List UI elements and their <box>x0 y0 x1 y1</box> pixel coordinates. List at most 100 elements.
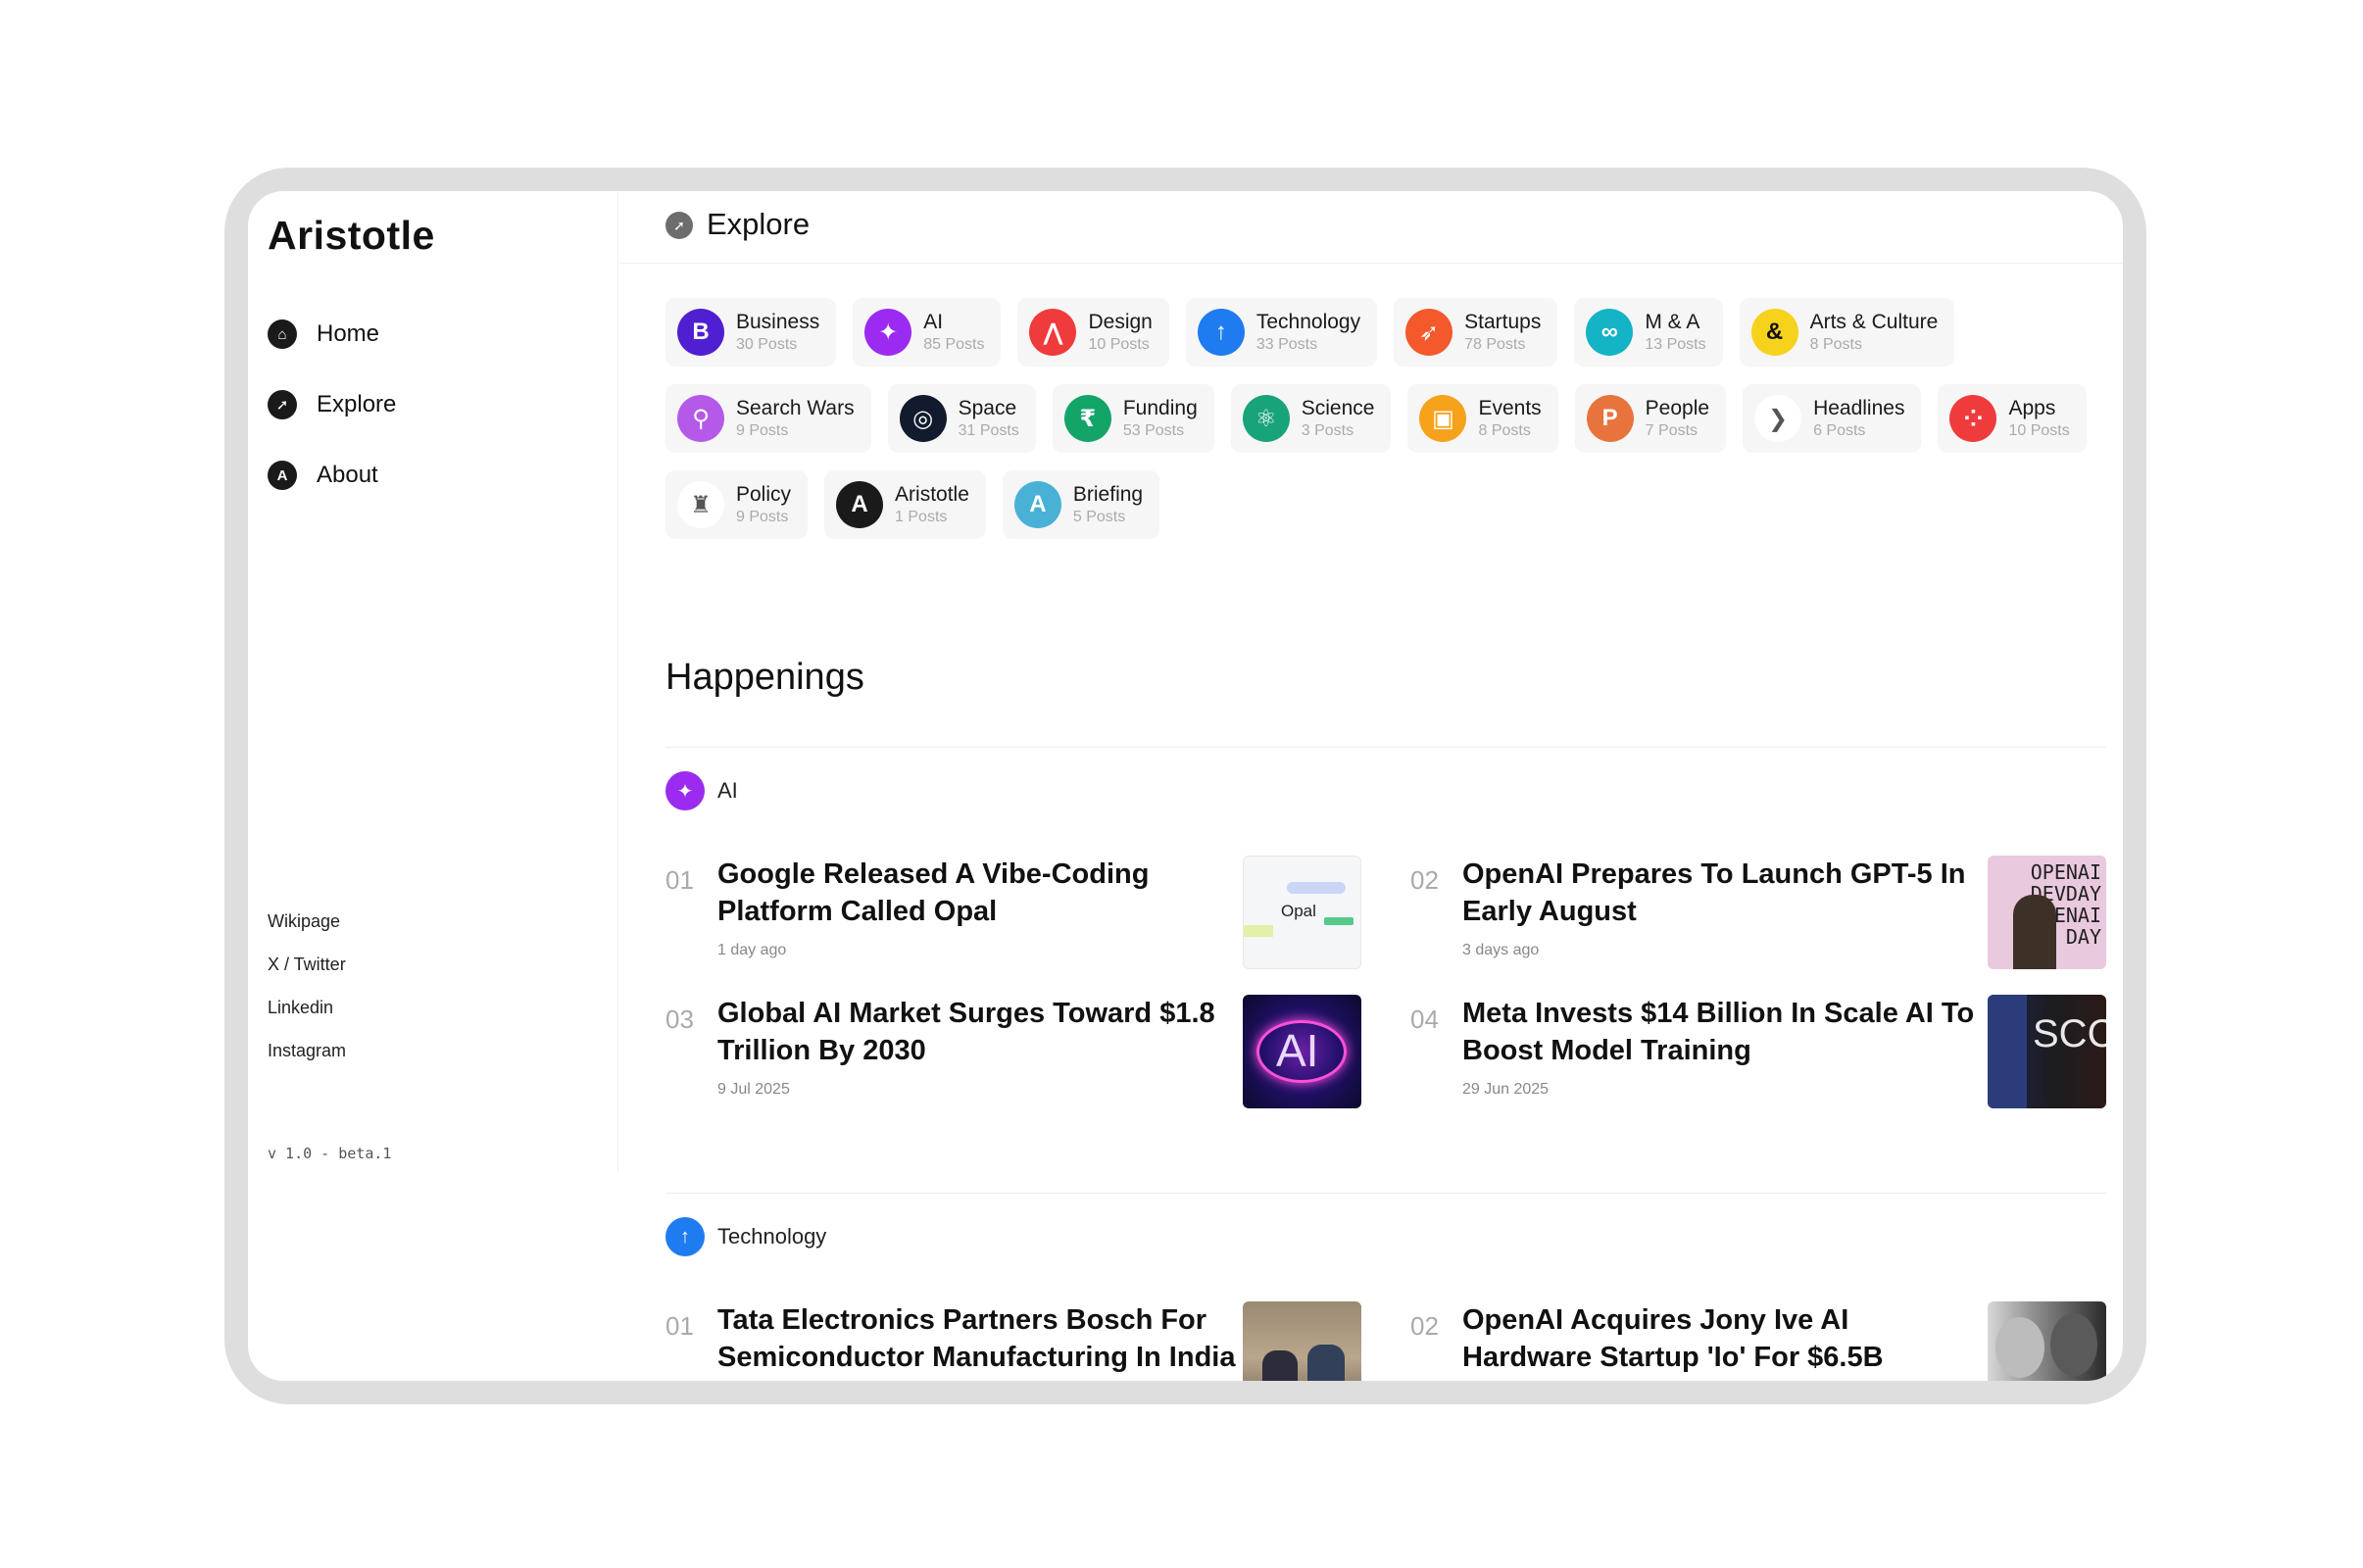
category-name: Arts & Culture <box>1809 311 1939 333</box>
category-post-count: 33 Posts <box>1255 336 1318 353</box>
category-post-count: 31 Posts <box>958 422 1019 439</box>
article-thumbnail[interactable] <box>1988 1301 2106 1381</box>
main-content: ➚ Explore B Business 30 Posts ✦ AI 85 Posts ⋀ D… <box>619 191 2123 1381</box>
article-number: 01 <box>665 1311 694 1341</box>
article-thumbnail[interactable]: SCC <box>1988 995 2106 1108</box>
section-technology: ↑ Technology 01 Tata Electronics Partners… <box>665 1193 2106 1381</box>
category-text: People 7 Posts <box>1646 396 1709 441</box>
category-text: Search Wars 9 Posts <box>736 396 855 441</box>
category-post-count: 13 Posts <box>1645 336 1706 353</box>
article-number: 02 <box>1410 865 1439 895</box>
article-thumbnail[interactable] <box>1243 1301 1361 1381</box>
category-name: Business <box>736 311 820 333</box>
article-thumbnail[interactable]: AI <box>1243 995 1361 1108</box>
category-text: Arts & Culture 8 Posts <box>1810 310 1939 355</box>
link-instagram[interactable]: Instagram <box>268 1041 346 1084</box>
article-card[interactable]: 04 Meta Invests $14 Billion In Scale AI T… <box>1410 995 2106 1112</box>
category-chip-policy[interactable]: ♜ Policy 9 Posts <box>665 470 809 539</box>
category-name: People <box>1645 397 1710 419</box>
category-text: Policy 9 Posts <box>736 482 791 527</box>
category-name: Briefing <box>1072 483 1144 506</box>
article-number: 01 <box>665 865 694 895</box>
category-chip-ai[interactable]: ✦ AI 85 Posts <box>853 298 1002 367</box>
article-card[interactable]: 03 Global AI Market Surges Toward $1.8 Tr… <box>665 995 1361 1112</box>
article-title[interactable]: Tata Electronics Partners Bosch For Semi… <box>717 1301 1237 1376</box>
link-linkedin[interactable]: Linkedin <box>268 998 346 1041</box>
article-card[interactable]: 01 Tata Electronics Partners Bosch For Se… <box>665 1301 1361 1381</box>
apps-grid-icon: ⁘ <box>1949 395 1997 442</box>
design-compass-icon: ⋀ <box>1029 309 1077 356</box>
article-thumbnail[interactable]: Opal <box>1243 856 1361 969</box>
category-chip-design[interactable]: ⋀ Design 10 Posts <box>1017 298 1169 367</box>
nav-item-home[interactable]: ⌂ Home <box>268 313 396 356</box>
article-thumbnail[interactable]: OPENAI DEVDAY OPENAI DAY <box>1988 856 2106 969</box>
page-title: Explore <box>707 207 811 241</box>
calendar-icon: ▣ <box>1419 395 1467 442</box>
category-text: Briefing 5 Posts <box>1073 482 1143 527</box>
category-chip-science[interactable]: ⚛ Science 3 Posts <box>1230 384 1392 453</box>
category-chip-arts-culture[interactable]: & Arts & Culture 8 Posts <box>1739 298 1955 367</box>
category-name: Funding <box>1122 397 1198 419</box>
article-date: 3 days ago <box>1462 942 1540 958</box>
article-title[interactable]: OpenAI Acquires Jony Ive AI Hardware Sta… <box>1462 1301 1982 1376</box>
article-card[interactable]: 02 OpenAI Acquires Jony Ive AI Hardware S… <box>1410 1301 2106 1381</box>
nav-item-explore[interactable]: ➚ Explore <box>268 383 396 426</box>
category-chip-events[interactable]: ▣ Events 8 Posts <box>1407 384 1558 453</box>
category-chip-headlines[interactable]: ❯ Headlines 6 Posts <box>1743 384 1922 453</box>
section-label: AI <box>717 778 738 803</box>
category-chip-business[interactable]: B Business 30 Posts <box>665 298 837 367</box>
category-chip-startups[interactable]: ➶ Startups 78 Posts <box>1394 298 1558 367</box>
category-text: Headlines 6 Posts <box>1813 396 1904 441</box>
category-text: Business 30 Posts <box>736 310 819 355</box>
app-screen: Aristotle ⌂ Home ➚ Explore A About Wikip… <box>248 191 2123 1381</box>
people-icon: P <box>1586 395 1634 442</box>
link-wikipage[interactable]: Wikipage <box>268 911 346 955</box>
article-card[interactable]: 02 OpenAI Prepares To Launch GPT-5 In Ear… <box>1410 856 2106 973</box>
category-name: Science <box>1301 397 1375 419</box>
category-chip-m-a[interactable]: ∞ M & A 13 Posts <box>1574 298 1723 367</box>
rocket-icon: ➶ <box>1405 309 1453 356</box>
category-post-count: 6 Posts <box>1813 422 1866 439</box>
section-header[interactable]: ✦ AI <box>665 771 738 810</box>
nav-item-about[interactable]: A About <box>268 454 396 497</box>
category-chip-apps[interactable]: ⁘ Apps 10 Posts <box>1938 384 2087 453</box>
search-icon: ⚲ <box>677 395 724 442</box>
compass-icon: ➚ <box>268 390 297 419</box>
nav-label: Home <box>317 320 380 347</box>
category-chip-people[interactable]: P People 7 Posts <box>1574 384 1727 453</box>
article-title[interactable]: OpenAI Prepares To Launch GPT-5 In Early… <box>1462 856 1982 930</box>
category-text: Events 8 Posts <box>1478 396 1541 441</box>
aristotle-icon: A <box>836 481 884 528</box>
category-post-count: 78 Posts <box>1464 336 1526 353</box>
compass-icon: ➚ <box>665 212 693 239</box>
galaxy-icon: ◎ <box>899 395 947 442</box>
category-chip-funding[interactable]: ₹ Funding 53 Posts <box>1052 384 1214 453</box>
link-twitter[interactable]: X / Twitter <box>268 955 346 998</box>
category-chip-briefing[interactable]: A Briefing 5 Posts <box>1002 470 1160 539</box>
category-chip-search-wars[interactable]: ⚲ Search Wars 9 Posts <box>665 384 871 453</box>
nav-label: About <box>317 462 378 488</box>
article-title[interactable]: Meta Invests $14 Billion In Scale AI To … <box>1462 995 1982 1069</box>
social-links: Wikipage X / Twitter Linkedin Instagram <box>268 911 346 1084</box>
category-name: Space <box>958 397 1017 419</box>
merge-icon: ∞ <box>1586 309 1634 356</box>
ampersand-icon: & <box>1750 309 1798 356</box>
category-chip-technology[interactable]: ↑ Technology 33 Posts <box>1185 298 1378 367</box>
article-title[interactable]: Google Released A Vibe-Coding Platform C… <box>717 856 1237 930</box>
category-post-count: 8 Posts <box>1809 336 1862 353</box>
category-chip-space[interactable]: ◎ Space 31 Posts <box>887 384 1036 453</box>
article-title[interactable]: Global AI Market Surges Toward $1.8 Tril… <box>717 995 1237 1069</box>
category-name: AI <box>923 311 944 333</box>
section-header[interactable]: ↑ Technology <box>665 1217 826 1256</box>
home-icon: ⌂ <box>268 319 297 349</box>
category-text: Funding 53 Posts <box>1123 396 1198 441</box>
category-post-count: 8 Posts <box>1478 422 1531 439</box>
article-card[interactable]: 01 Google Released A Vibe-Coding Platform… <box>665 856 1361 973</box>
category-chip-aristotle[interactable]: A Aristotle 1 Posts <box>824 470 986 539</box>
version-label: v 1.0 - beta.1 <box>268 1145 392 1162</box>
technology-icon: ↑ <box>1197 309 1245 356</box>
category-post-count: 7 Posts <box>1645 422 1698 439</box>
briefing-icon: A <box>1013 481 1061 528</box>
category-name: Design <box>1088 311 1153 333</box>
brand-logo[interactable]: Aristotle <box>268 213 435 259</box>
